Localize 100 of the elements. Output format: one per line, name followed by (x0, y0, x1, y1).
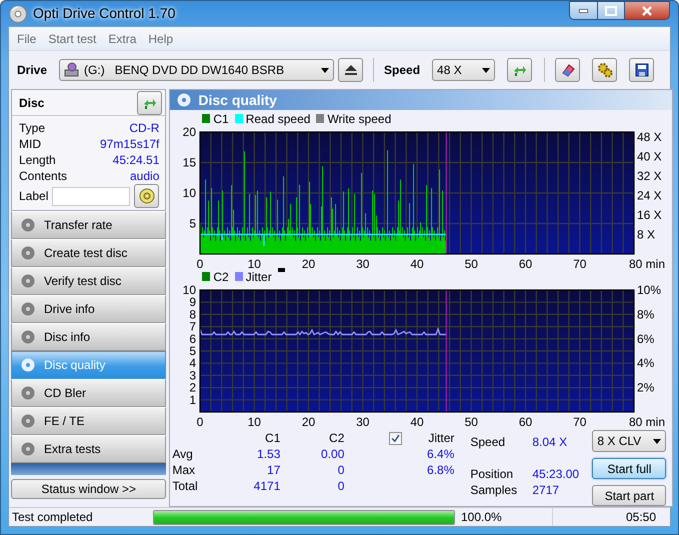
axis-label: 3 (190, 368, 196, 382)
row-label: Total (172, 478, 199, 495)
disc-icon (20, 413, 36, 429)
axis-label: 60 (519, 415, 533, 426)
start-button[interactable]: Start part (592, 485, 666, 506)
stat-value: 6.8% (426, 462, 454, 479)
axis-label: 60 (519, 257, 533, 268)
info-value: 8.04 X (532, 434, 568, 451)
axis-label: 8 (190, 307, 196, 322)
axis-label: 20 (302, 257, 316, 268)
disc-icon (20, 385, 36, 401)
stat-value: 0 (336, 478, 344, 495)
label-input[interactable] (52, 186, 130, 206)
erase-button[interactable] (555, 58, 580, 82)
nav-button[interactable]: Drive info (11, 295, 166, 323)
axis-label: 20 (302, 415, 316, 426)
jitter-checkbox[interactable] (389, 432, 402, 444)
status-window-button[interactable]: Status window >> (11, 479, 166, 499)
axis-label: 5 (190, 216, 196, 230)
menu-item[interactable]: Extra (102, 30, 142, 48)
eject-button[interactable] (338, 58, 364, 82)
drive-label: Drive (17, 62, 48, 79)
minimize-icon (579, 8, 588, 12)
row-label: Avg (172, 446, 194, 463)
minimize-button[interactable] (569, 1, 597, 20)
save-button[interactable] (629, 58, 654, 82)
axis-label: 32 X (637, 168, 662, 183)
speed-dropdown[interactable]: 48 X (432, 59, 496, 81)
window-title: Opti Drive Control 1.70 (33, 4, 176, 23)
elapsed-time: 05:50 (624, 509, 657, 526)
menu-item[interactable]: Help (142, 30, 180, 48)
field-label: Length (19, 152, 56, 169)
nav-button[interactable]: Extra tests (11, 435, 166, 463)
menu-item[interactable]: Start test (42, 30, 102, 48)
drive-dropdown[interactable]: (G:) BENQ DVD DD DW1640 BSRB (59, 59, 334, 81)
settings-button[interactable] (592, 58, 618, 82)
axis-label: 10 (183, 283, 196, 297)
close-button[interactable] (624, 1, 670, 20)
refresh-button[interactable] (137, 90, 162, 114)
legend-label: Jitter (246, 270, 272, 282)
axis-label: 2 (190, 380, 196, 395)
info-value: 45:23.00 (532, 466, 580, 483)
column-header: Jitter (427, 430, 454, 447)
stat-value: 0.00 (320, 446, 344, 463)
status-message: Test completed (11, 509, 94, 526)
disc-icon (20, 301, 36, 317)
legend-label: Read speed (246, 112, 310, 124)
field-value: CD-R (129, 120, 160, 137)
axis-label: 30 (356, 415, 370, 426)
field-label: MID (19, 136, 41, 153)
field-label: Label (19, 188, 48, 205)
maximize-button[interactable] (597, 1, 624, 20)
disc-icon (20, 441, 36, 457)
eraser-icon (560, 62, 576, 78)
disc-icon (20, 357, 36, 373)
axis-label: 1 (190, 392, 196, 407)
info-value: 2717 (532, 482, 560, 499)
axis-label: 30 (356, 257, 370, 268)
nav-button[interactable]: Create test disc (11, 239, 166, 267)
disc-button[interactable] (134, 184, 160, 208)
axis-label: 70 (573, 257, 587, 268)
floppy-icon (634, 62, 650, 78)
field-value: 97m15s17f (100, 136, 160, 153)
axis-label: 15 (183, 156, 196, 170)
axis-label: 16 X (637, 208, 662, 222)
legend-label: C2 (213, 270, 229, 282)
cd-icon (138, 188, 155, 204)
nav-button[interactable]: CD Bler (11, 379, 166, 407)
info-label: Samples (470, 482, 518, 499)
axis-label: 4 (190, 356, 196, 370)
disc-icon (9, 4, 27, 22)
axis-label: 2% (637, 380, 655, 395)
stat-value: 1.53 (256, 446, 280, 463)
check-icon (390, 432, 402, 444)
refresh-button[interactable] (507, 58, 532, 82)
nav-button[interactable]: Disc info (11, 323, 166, 351)
legend-label: C1 (213, 112, 229, 124)
axis-label: 7 (190, 320, 196, 334)
marker-icon (278, 268, 285, 272)
stat-value: 0 (336, 462, 344, 479)
nav-button[interactable]: Verify test disc (11, 267, 166, 295)
menu-item[interactable]: File (11, 30, 42, 48)
info-label: Speed (470, 434, 506, 451)
axis-label: 40 (410, 257, 424, 268)
mode-dropdown[interactable]: 8 X CLV (592, 430, 666, 452)
legend-label: Write speed (327, 112, 392, 124)
disc-icon (20, 329, 36, 345)
field-value: audio (130, 168, 160, 185)
start-button[interactable]: Start full (592, 458, 666, 479)
axis-label: 10 (248, 257, 262, 268)
nav-button[interactable]: FE / TE (11, 407, 166, 435)
axis-label: 4% (637, 356, 655, 370)
axis-label: 10 (248, 415, 262, 426)
column-header: C1 (264, 430, 280, 447)
axis-label: 0 (197, 257, 204, 268)
axis-label: 10% (637, 283, 662, 297)
field-label: Contents (19, 168, 68, 185)
axis-label: 24 X (637, 188, 662, 202)
nav-button[interactable]: Transfer rate (11, 211, 166, 239)
drive-icon (64, 62, 80, 78)
